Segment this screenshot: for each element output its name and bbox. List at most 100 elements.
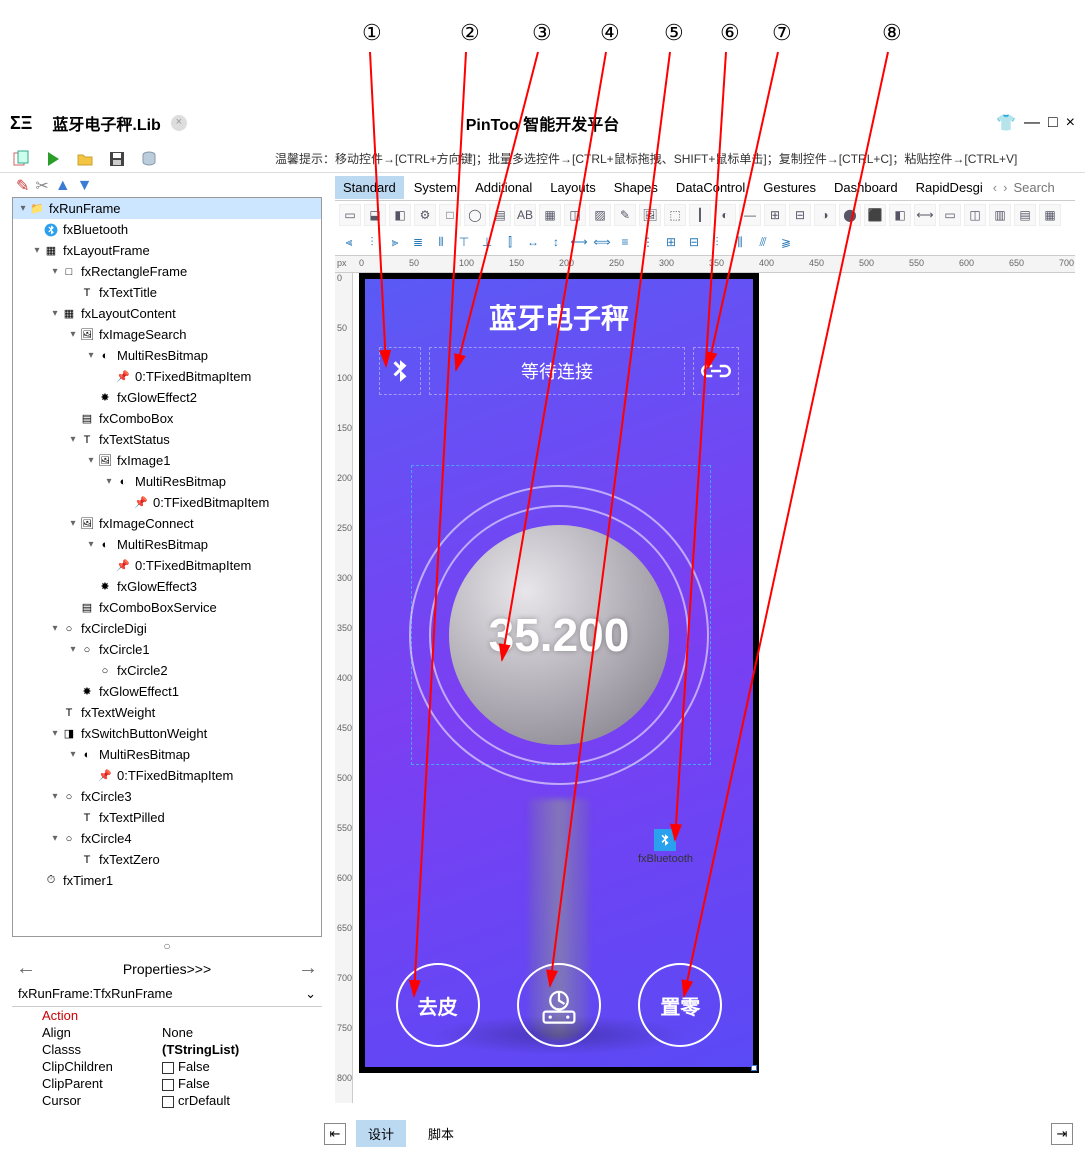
palette-component-icon[interactable]: ⬚ [664,204,686,226]
save-icon[interactable] [108,150,126,168]
palette-component-icon[interactable]: ▭ [939,204,961,226]
align-icon[interactable]: ⫴ [431,233,451,251]
palette-component-icon[interactable]: ▤ [1014,204,1036,226]
palette-component-icon[interactable]: — [739,204,761,226]
align-icon[interactable]: ≣ [408,233,428,251]
close-icon[interactable]: × [1066,114,1075,132]
palette-component-icon[interactable]: ✎ [614,204,636,226]
tree-item[interactable]: 📌0:TFixedBitmapItem [13,765,321,786]
component-tree[interactable]: ▾📁fxRunFramefxBluetooth▾▦fxLayoutFrame▾□… [12,197,322,937]
palette-component-icon[interactable]: ▦ [1039,204,1061,226]
palette-component-icon[interactable]: ⚙ [414,204,436,226]
phone-frame[interactable]: 蓝牙电子秤 等待连接 35.200 [359,273,759,1073]
palette-component-icon[interactable]: ◧ [389,204,411,226]
tree-item[interactable]: ⏱fxTimer1 [13,870,321,891]
tab-prev-icon[interactable]: ‹ [993,180,997,195]
tree-item[interactable]: ▤fxComboBox [13,408,321,429]
tare-button[interactable]: 去皮 [396,963,480,1047]
tree-item[interactable]: 📌0:TFixedBitmapItem [13,366,321,387]
palette-component-icon[interactable]: ◯ [464,204,486,226]
maximize-icon[interactable]: □ [1048,114,1058,132]
script-tab[interactable]: 脚本 [416,1120,466,1147]
property-row[interactable]: Classs(TStringList) [12,1041,322,1058]
palette-component-icon[interactable]: ⬛ [864,204,886,226]
tree-tool-icon[interactable]: ✎ [16,176,29,196]
tree-item[interactable]: 📌0:TFixedBitmapItem [13,555,321,576]
properties-header[interactable]: ← Properties>>> → [12,955,322,982]
collapse-left-icon[interactable]: ⇤ [324,1123,346,1145]
tree-item[interactable]: fxBluetooth [13,219,321,240]
palette-component-icon[interactable]: ⬤ [839,204,861,226]
component-tab[interactable]: Shapes [606,176,666,199]
bluetooth-search-button[interactable] [379,347,421,395]
arrow-left-icon[interactable]: ← [16,957,36,980]
tree-item[interactable]: ▾○fxCircle4 [13,828,321,849]
palette-component-icon[interactable]: ◐ [714,204,736,226]
connect-button[interactable] [693,347,739,395]
tree-item[interactable]: ▾◐MultiResBitmap [13,534,321,555]
align-icon[interactable]: ⫷ [339,233,359,251]
minimize-icon[interactable]: — [1024,114,1040,132]
tree-tool-icon[interactable]: ✂ [35,176,48,196]
zero-button[interactable]: 置零 [638,963,722,1047]
component-tab[interactable]: Additional [467,176,540,199]
palette-component-icon[interactable]: ▦ [539,204,561,226]
align-icon[interactable]: ⟷ [569,233,589,251]
tree-item[interactable]: TfxTextZero [13,849,321,870]
tree-item[interactable]: ▾▦fxLayoutContent [13,303,321,324]
tshirt-icon[interactable]: 👕 [996,113,1016,133]
tree-item[interactable]: ▾TfxTextStatus [13,429,321,450]
align-icon[interactable]: ↕ [546,233,566,251]
palette-component-icon[interactable]: ◧ [889,204,911,226]
palette-component-icon[interactable]: □ [439,204,461,226]
palette-component-icon[interactable]: ⟷ [914,204,936,226]
align-icon[interactable]: ⋮ [638,233,658,251]
component-tab[interactable]: Dashboard [826,176,906,199]
component-tab[interactable]: Gestures [755,176,824,199]
palette-component-icon[interactable]: 🖼 [639,204,661,226]
palette-component-icon[interactable]: ⊞ [764,204,786,226]
tree-item[interactable]: TfxTextTitle [13,282,321,303]
resize-handle[interactable] [751,1065,757,1071]
component-palette[interactable]: ▭⬓◧⚙□◯▤AB▦◫▨✎🖼⬚┃◐—⊞⊟◑⬤⬛◧⟷▭◫▥▤▦ [335,201,1075,229]
canvas[interactable]: 0501001502002503003504004505005506006507… [335,273,1075,1103]
tree-up-icon[interactable]: ▲ [55,177,71,195]
tree-item[interactable]: ▾🖼fxImageConnect [13,513,321,534]
switch-weight-button[interactable] [517,963,601,1047]
align-icon[interactable]: ⊤ [454,233,474,251]
tree-item[interactable]: ○fxCircle2 [13,660,321,681]
tree-item[interactable]: ▾○fxCircleDigi [13,618,321,639]
tree-item[interactable]: ▾○fxCircle1 [13,639,321,660]
close-tab-icon[interactable]: × [171,115,187,131]
align-icon[interactable]: ⫻ [753,233,773,251]
palette-component-icon[interactable]: ⊟ [789,204,811,226]
collapse-right-icon[interactable]: ⇥ [1051,1123,1073,1145]
align-icon[interactable]: ⊟ [684,233,704,251]
palette-component-icon[interactable]: ┃ [689,204,711,226]
bluetooth-component-marker[interactable]: fxBluetooth [638,829,693,865]
palette-component-icon[interactable]: ▨ [589,204,611,226]
palette-component-icon[interactable]: AB [514,204,536,226]
component-tab[interactable]: Standard [335,176,404,199]
palette-component-icon[interactable]: ◫ [564,204,586,226]
align-icon[interactable]: ⊞ [661,233,681,251]
align-icon[interactable]: ↔ [523,233,543,251]
align-icon[interactable]: ⫶ [362,233,382,251]
db-icon[interactable] [140,150,158,168]
property-row[interactable]: Action [12,1007,322,1024]
arrow-right-icon[interactable]: → [298,957,318,980]
property-row[interactable]: ClipChildrenFalse [12,1058,322,1075]
align-icon[interactable]: ⟺ [592,233,612,251]
palette-component-icon[interactable]: ◫ [964,204,986,226]
property-grid[interactable]: ActionAlignNoneClasss(TStringList)ClipCh… [12,1007,322,1109]
tree-item[interactable]: ✸fxGlowEffect1 [13,681,321,702]
property-row[interactable]: ClipParentFalse [12,1075,322,1092]
align-toolbar[interactable]: ⫷⫶⫸≣⫴⊤⊥⫿↔↕⟷⟺≡⋮⊞⊟⫶⫼⫻⫺ [335,229,1075,255]
property-row[interactable]: CursorcrDefault [12,1092,322,1109]
tree-item[interactable]: ▾◐MultiResBitmap [13,471,321,492]
open-icon[interactable] [76,150,94,168]
align-icon[interactable]: ⫺ [776,233,796,251]
tree-item[interactable]: ▾▦fxLayoutFrame [13,240,321,261]
align-icon[interactable]: ⫶ [707,233,727,251]
align-icon[interactable]: ⫸ [385,233,405,251]
